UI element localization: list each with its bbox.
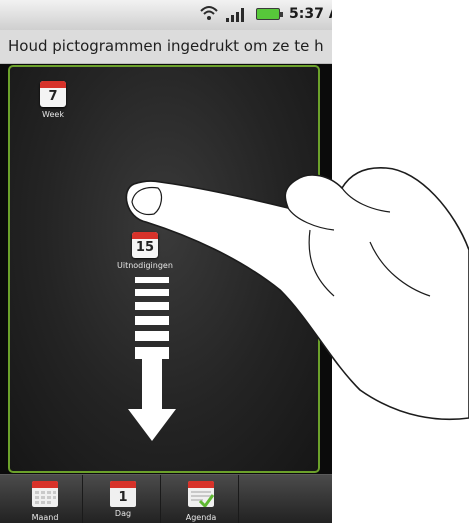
bottom-tab-bar: Maand 1 Dag Agenda (0, 474, 332, 523)
agenda-icon (188, 481, 215, 509)
tab-month-label: Maand (31, 513, 59, 522)
instruction-bar: Houd pictogrammen ingedrukt om ze te h (0, 30, 332, 64)
tab-agenda-label: Agenda (185, 513, 217, 522)
calendar-icon: 7 (40, 81, 66, 107)
widget-week-label: Week (42, 110, 64, 119)
pointing-hand-illustration (125, 167, 469, 421)
tab-day[interactable]: 1 Dag (86, 475, 161, 523)
tab-agenda[interactable]: Agenda (164, 475, 239, 523)
signal-strength-icon (226, 8, 244, 22)
status-time: 5:37 AM (289, 6, 332, 22)
wifi-icon (200, 6, 218, 20)
tab-month[interactable]: Maand (8, 475, 83, 523)
battery-icon (256, 8, 283, 20)
day-calendar-icon: 1 (110, 481, 136, 507)
widget-week[interactable]: 7 Week (40, 81, 66, 119)
instruction-text: Houd pictogrammen ingedrukt om ze te h (8, 37, 324, 55)
month-calendar-icon (32, 481, 58, 507)
tab-day-label: Dag (114, 509, 132, 518)
status-bar: 5:37 AM (0, 0, 332, 30)
